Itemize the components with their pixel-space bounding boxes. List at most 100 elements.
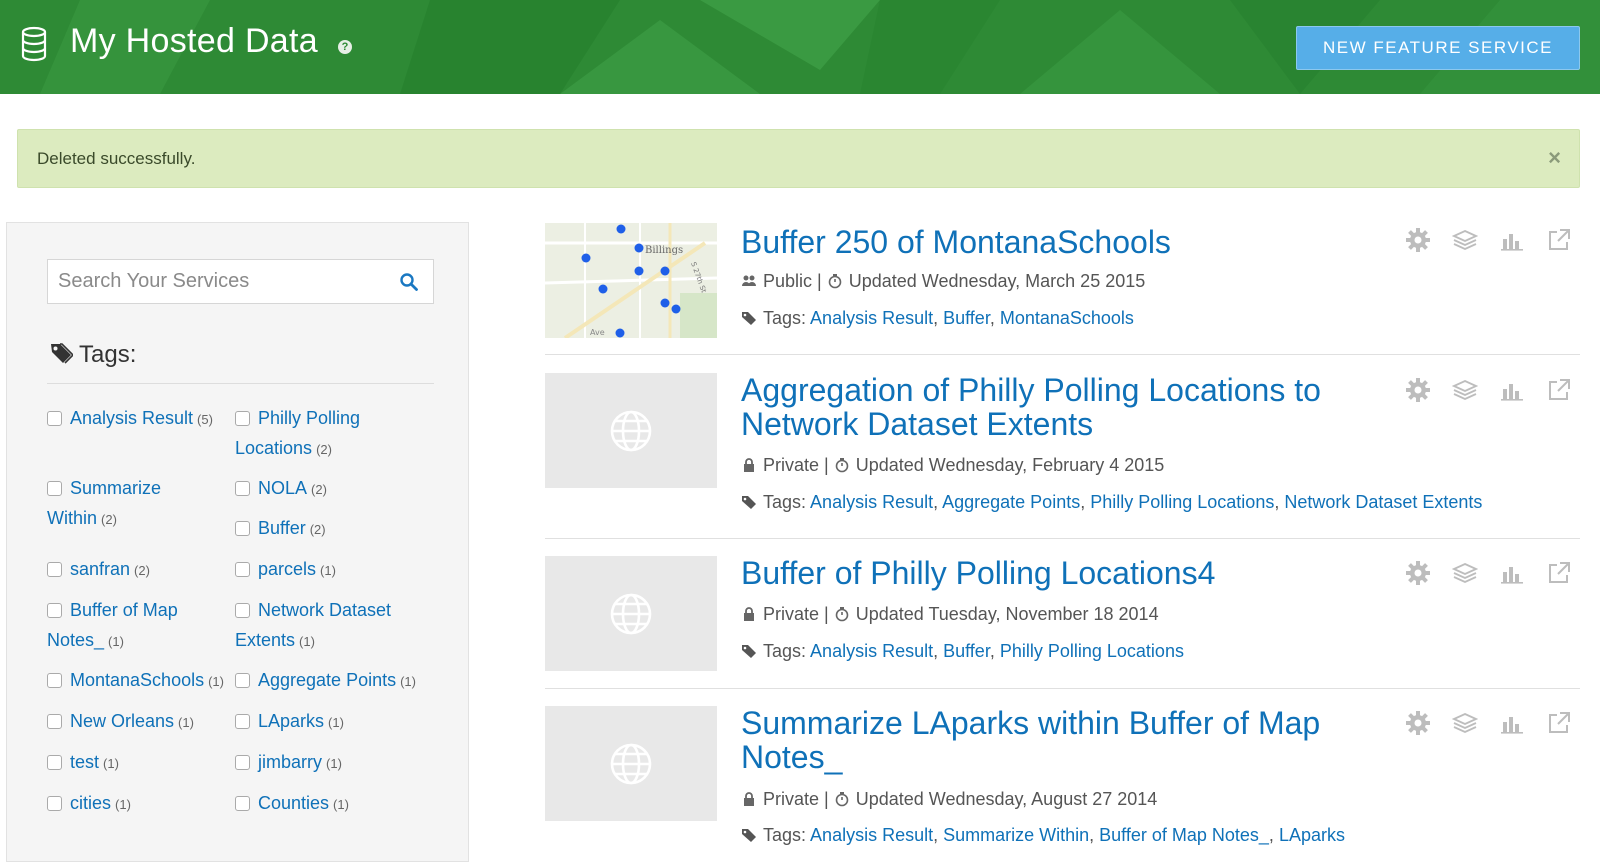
layers-icon[interactable] — [1451, 227, 1479, 253]
page-title: My Hosted Data — [70, 22, 318, 60]
settings-gear-icon[interactable] — [1405, 377, 1431, 403]
service-title[interactable]: Summarize LAparks within Buffer of Map N… — [741, 706, 1391, 774]
layers-icon[interactable] — [1451, 560, 1479, 586]
service-item: Billings S 27th St Ave Buffer 250 of Mon… — [545, 223, 1580, 338]
tag-label[interactable]: MontanaSchools — [70, 670, 204, 690]
tag-checkbox[interactable] — [235, 714, 250, 729]
tag-checkbox[interactable] — [235, 755, 250, 770]
tag-filter-item[interactable]: Philly Polling Locations (2) — [235, 403, 425, 465]
tag-filter-item[interactable]: Buffer of Map Notes_ (1) — [47, 595, 207, 657]
service-meta: Private | Updated Wednesday, February 4 … — [741, 455, 1164, 476]
bar-chart-icon[interactable] — [1499, 377, 1525, 403]
tag-checkbox[interactable] — [235, 796, 250, 811]
tag-filter-item[interactable]: LAparks (1) — [235, 706, 425, 738]
tag-label[interactable]: cities — [70, 793, 111, 813]
layers-icon[interactable] — [1451, 710, 1479, 736]
tag-link[interactable]: Analysis Result — [810, 825, 933, 845]
external-link-icon[interactable] — [1546, 560, 1572, 586]
bar-chart-icon[interactable] — [1499, 227, 1525, 253]
bar-chart-icon[interactable] — [1499, 710, 1525, 736]
external-link-icon[interactable] — [1546, 377, 1572, 403]
tag-checkbox[interactable] — [47, 755, 62, 770]
tag-link[interactable]: Analysis Result — [810, 308, 933, 328]
tag-filter-item[interactable]: NOLA (2) — [235, 473, 425, 505]
bar-chart-icon[interactable] — [1499, 560, 1525, 586]
settings-gear-icon[interactable] — [1405, 560, 1431, 586]
search-icon[interactable] — [399, 272, 419, 292]
tag-count: (5) — [197, 412, 213, 427]
tag-link[interactable]: Philly Polling Locations — [1090, 492, 1274, 512]
tag-checkbox[interactable] — [47, 796, 62, 811]
tag-label[interactable]: test — [70, 752, 99, 772]
tag-checkbox[interactable] — [47, 411, 62, 426]
map-thumbnail[interactable]: Billings S 27th St Ave — [545, 223, 717, 338]
tag-link[interactable]: Philly Polling Locations — [1000, 641, 1184, 661]
tag-filter-item[interactable]: parcels (1) — [235, 554, 425, 586]
tag-link[interactable]: Aggregate Points — [942, 492, 1080, 512]
tag-label[interactable]: Buffer — [258, 518, 306, 538]
help-icon[interactable]: ? — [338, 40, 352, 54]
search-input[interactable] — [48, 260, 368, 303]
tag-checkbox[interactable] — [47, 603, 62, 618]
settings-gear-icon[interactable] — [1405, 227, 1431, 253]
tag-checkbox[interactable] — [235, 521, 250, 536]
tag-checkbox[interactable] — [235, 673, 250, 688]
stopwatch-icon — [835, 607, 849, 622]
tag-link[interactable]: Summarize Within — [943, 825, 1089, 845]
placeholder-thumbnail[interactable] — [545, 556, 717, 671]
tag-label[interactable]: Counties — [258, 793, 329, 813]
tag-link[interactable]: MontanaSchools — [1000, 308, 1134, 328]
tag-filter-item[interactable]: Counties (1) — [235, 788, 425, 820]
tag-link[interactable]: Buffer of Map Notes_ — [1099, 825, 1269, 845]
tag-link[interactable]: LAparks — [1279, 825, 1345, 845]
tag-filter-item[interactable]: New Orleans (1) — [47, 706, 232, 738]
tag-label[interactable]: NOLA — [258, 478, 307, 498]
tag-filter-item[interactable]: Aggregate Points (1) — [235, 665, 435, 697]
tag-checkbox[interactable] — [47, 562, 62, 577]
tag-filter-item[interactable]: Network Dataset Extents (1) — [235, 595, 425, 657]
access-label: Private — [763, 789, 820, 809]
external-link-icon[interactable] — [1546, 227, 1572, 253]
tag-label[interactable]: jimbarry — [258, 752, 322, 772]
placeholder-thumbnail[interactable] — [545, 706, 717, 821]
tag-filter-item[interactable]: Buffer (2) — [235, 513, 425, 545]
settings-gear-icon[interactable] — [1405, 710, 1431, 736]
close-icon[interactable]: × — [1548, 145, 1561, 171]
tag-label[interactable]: New Orleans — [70, 711, 174, 731]
tag-filter-item[interactable]: Analysis Result (5) — [47, 403, 232, 435]
globe-icon — [610, 743, 652, 785]
tag-link[interactable]: Network Dataset Extents — [1284, 492, 1482, 512]
tag-link[interactable]: Buffer — [943, 308, 990, 328]
tag-checkbox[interactable] — [235, 562, 250, 577]
placeholder-thumbnail[interactable] — [545, 373, 717, 488]
layers-icon[interactable] — [1451, 377, 1479, 403]
tag-link[interactable]: Analysis Result — [810, 641, 933, 661]
tag-checkbox[interactable] — [235, 603, 250, 618]
tag-label[interactable]: LAparks — [258, 711, 324, 731]
tag-checkbox[interactable] — [235, 411, 250, 426]
tag-link[interactable]: Analysis Result — [810, 492, 933, 512]
tag-checkbox[interactable] — [235, 481, 250, 496]
tag-checkbox[interactable] — [47, 714, 62, 729]
tag-checkbox[interactable] — [47, 481, 62, 496]
external-link-icon[interactable] — [1546, 710, 1572, 736]
tag-label[interactable]: Analysis Result — [70, 408, 193, 428]
tag-filter-item[interactable]: jimbarry (1) — [235, 747, 425, 779]
service-title[interactable]: Buffer of Philly Polling Locations4 — [741, 556, 1391, 590]
tag-count: (1) — [178, 715, 194, 730]
tag-filter-item[interactable]: cities (1) — [47, 788, 232, 820]
tag-filter-item[interactable]: sanfran (2) — [47, 554, 232, 586]
tag-link[interactable]: Buffer — [943, 641, 990, 661]
tag-filter-item[interactable]: test (1) — [47, 747, 232, 779]
tag-checkbox[interactable] — [47, 673, 62, 688]
tag-filter-item[interactable]: MontanaSchools (1) — [47, 665, 237, 697]
new-feature-service-button[interactable]: NEW FEATURE SERVICE — [1296, 26, 1580, 70]
service-title[interactable]: Buffer 250 of MontanaSchools — [741, 225, 1391, 259]
tag-label[interactable]: sanfran — [70, 559, 130, 579]
tag-label[interactable]: parcels — [258, 559, 316, 579]
tag-filter-item[interactable]: Summarize Within (2) — [47, 473, 232, 535]
service-title[interactable]: Aggregation of Philly Polling Locations … — [741, 373, 1391, 441]
tag-count: (2) — [309, 522, 326, 537]
tag-label[interactable]: Aggregate Points — [258, 670, 396, 690]
tag-label[interactable]: Philly Polling Locations — [235, 408, 360, 458]
